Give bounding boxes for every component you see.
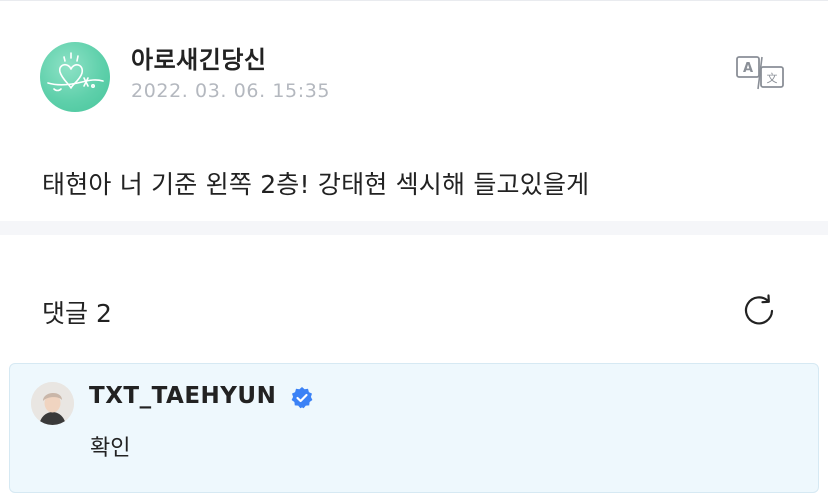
translate-icon: A 文 <box>736 56 784 90</box>
comment-author-name[interactable]: TXT_TAEHYUN <box>89 383 276 409</box>
svg-text:文: 文 <box>767 71 778 85</box>
svg-text:A: A <box>743 61 753 76</box>
verified-badge-icon <box>291 387 313 409</box>
heart-doodle-icon <box>47 52 104 92</box>
post-card: 아로새긴당신 2022. 03. 06. 15:35 A 文 태현아 너 기준 … <box>0 1 828 221</box>
translate-button[interactable]: A 文 <box>734 53 786 93</box>
post-author-name[interactable]: 아로새긴당신 <box>131 40 266 75</box>
comment-avatar[interactable] <box>31 382 74 425</box>
comment-text: 확인 <box>90 436 131 461</box>
comments-count-title: 댓글 2 <box>42 299 112 328</box>
refresh-button[interactable] <box>741 292 779 330</box>
comment-item: TXT_TAEHYUN 확인 <box>9 363 819 493</box>
section-divider <box>0 221 828 235</box>
refresh-icon <box>744 294 774 325</box>
post-timestamp: 2022. 03. 06. 15:35 <box>131 80 331 102</box>
profile-photo-icon <box>31 382 74 425</box>
post-body-text: 태현아 너 기준 왼쪽 2층! 강태현 섹시해 들고있을게 <box>42 170 590 199</box>
author-avatar[interactable] <box>40 42 110 112</box>
